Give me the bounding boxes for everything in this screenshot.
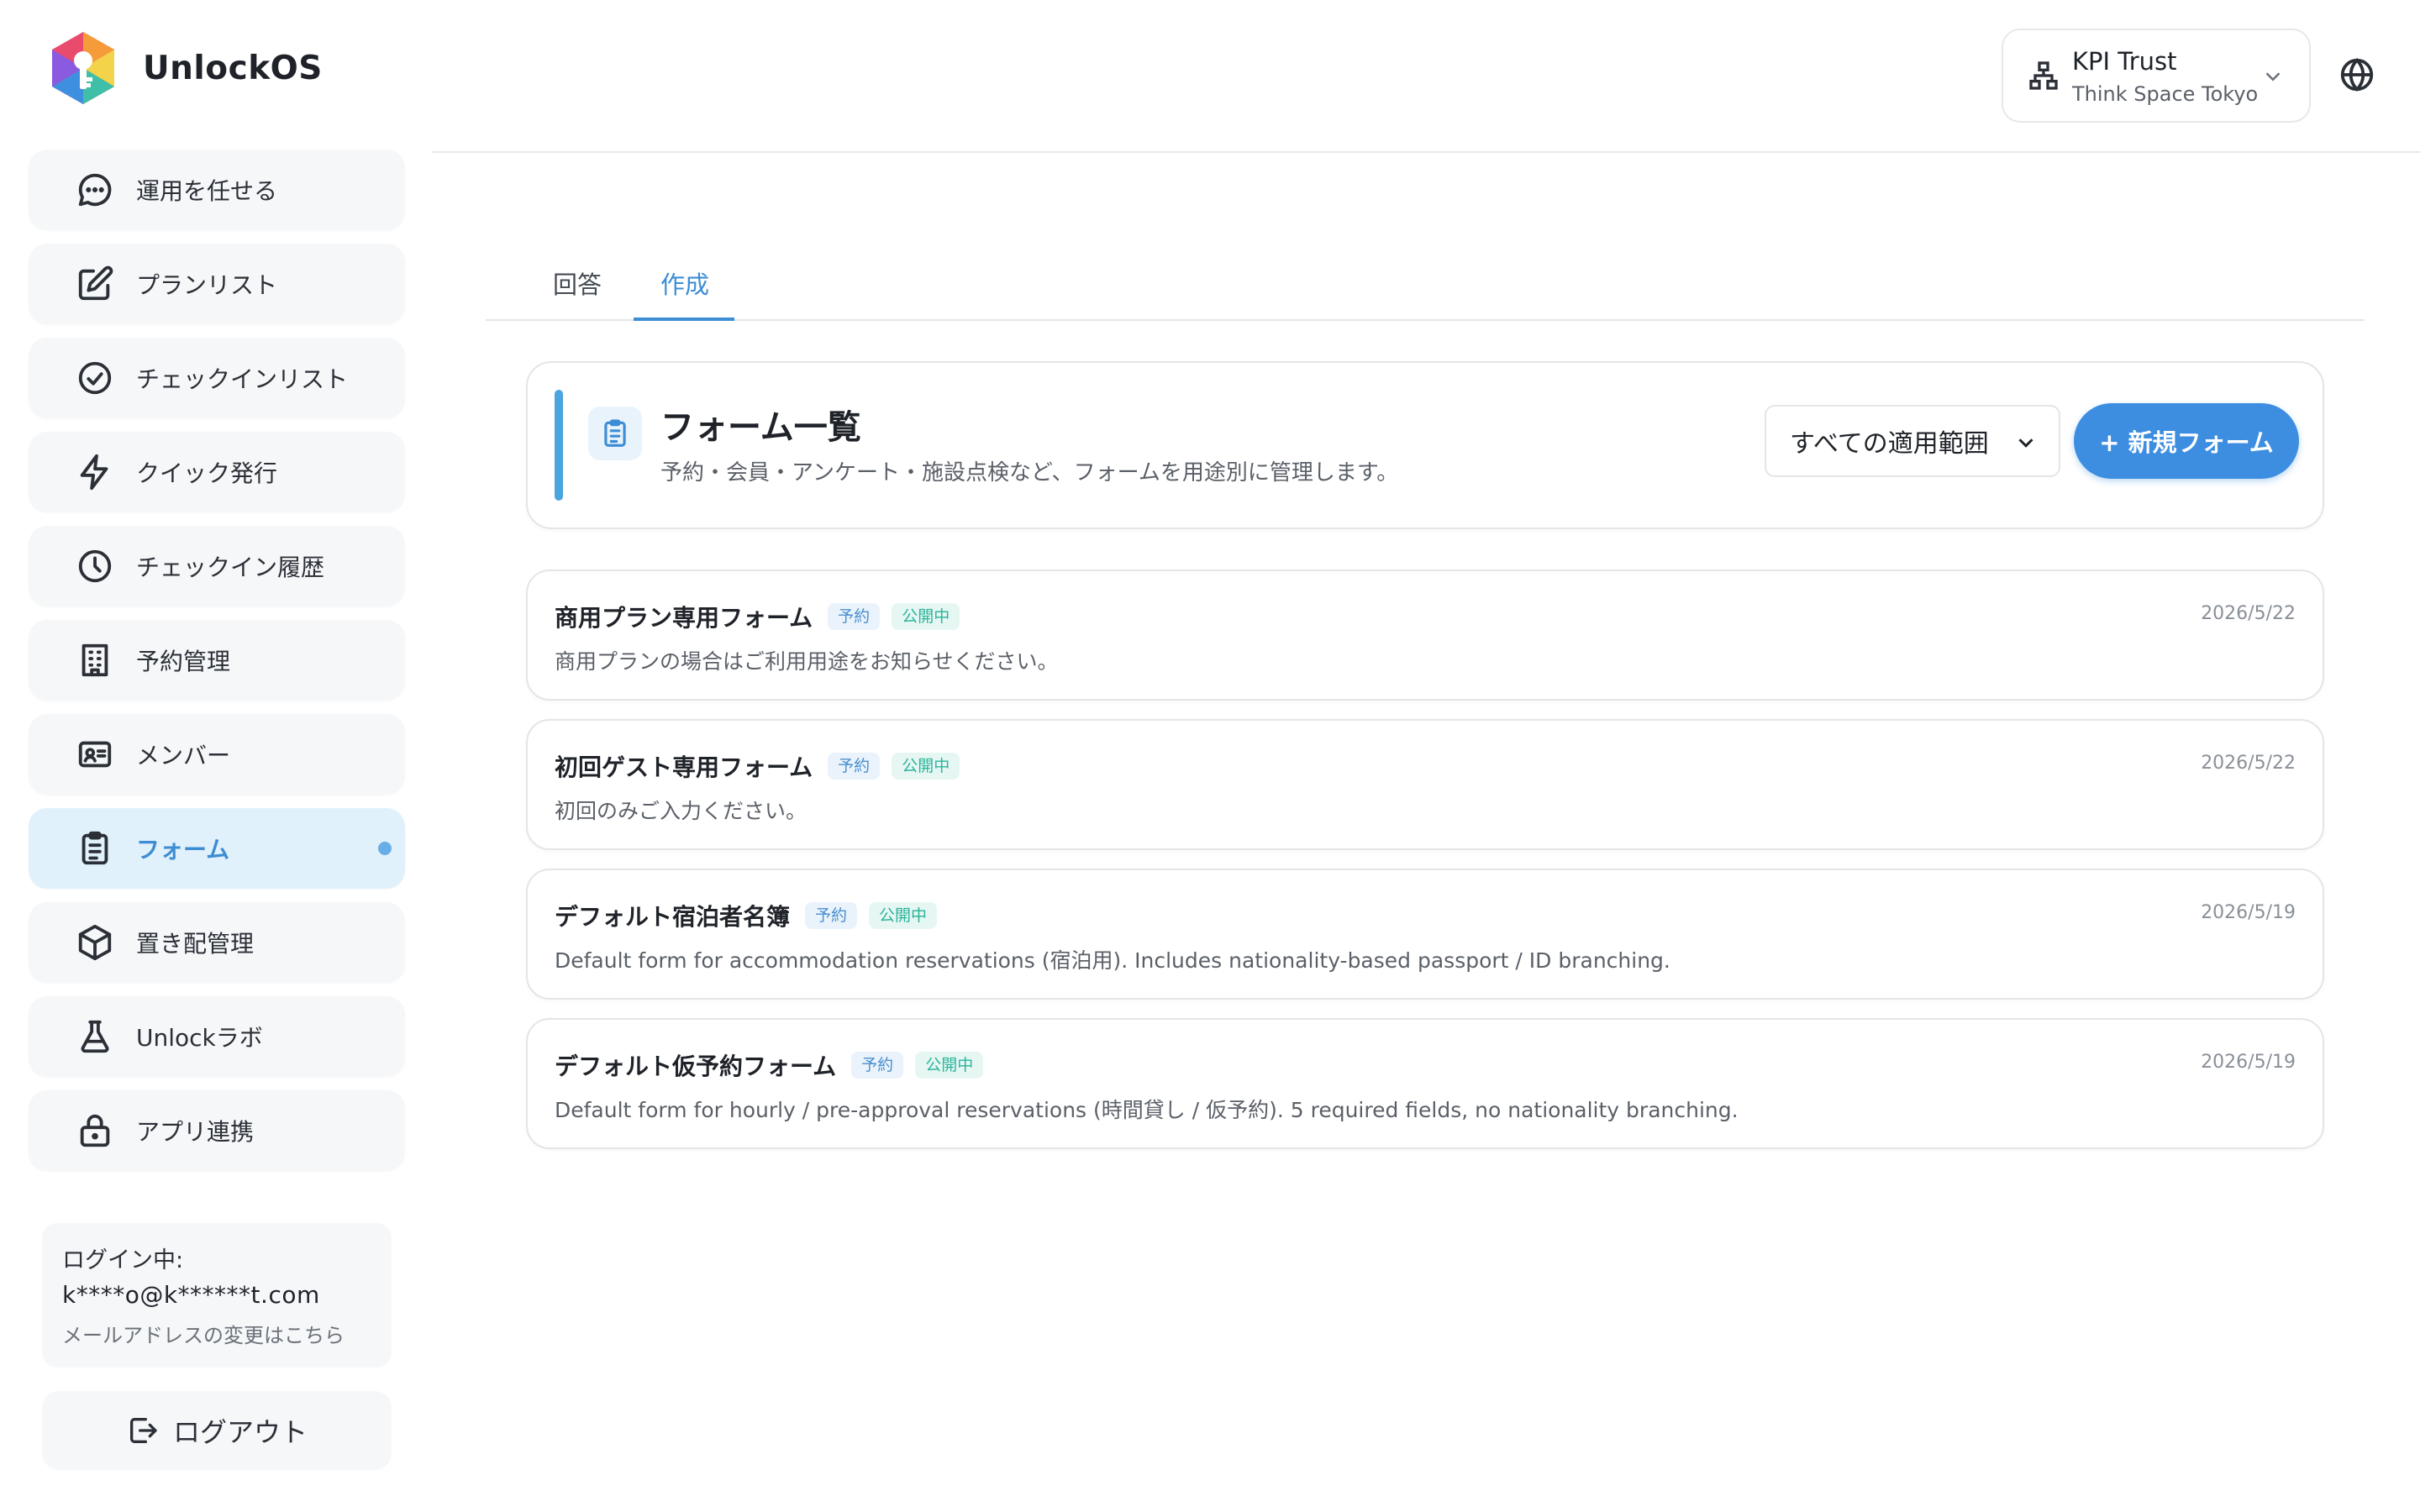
sidebar-item-plan-list[interactable]: プランリスト (29, 244, 405, 324)
sidebar-item-label: アプリ連携 (136, 1118, 255, 1146)
form-card[interactable]: 商用プラン専用フォーム 予約 公開中 2026/5/22 商用プランの場合はご利… (526, 570, 2324, 701)
accent-bar (555, 390, 563, 501)
tab-create[interactable]: 作成 (660, 265, 709, 301)
organization-icon (2027, 59, 2060, 92)
logout-label: ログアウト (172, 1416, 308, 1448)
form-card[interactable]: 初回ゲスト専用フォーム 予約 公開中 2026/5/22 初回のみご入力ください… (526, 719, 2324, 850)
form-description: Default form for hourly / pre-approval r… (555, 1098, 1739, 1122)
chat-icon (76, 171, 114, 209)
clipboard-icon (588, 407, 642, 460)
sidebar-item-label: Unlockラボ (136, 1024, 263, 1052)
active-tab-indicator (634, 318, 734, 321)
clipboard-icon (76, 829, 114, 868)
login-email: k****o@k******t.com (62, 1281, 320, 1309)
form-name: デフォルト宿泊者名簿 (555, 903, 791, 931)
status-badge: 公開中 (869, 902, 938, 929)
form-description: 商用プランの場合はご利用用途をお知らせください。 (555, 649, 1059, 674)
edit-icon (76, 265, 114, 303)
id-card-icon (76, 735, 114, 774)
status-badge: 公開中 (892, 753, 960, 780)
sidebar-item-label: 置き配管理 (136, 930, 255, 958)
form-description: 初回のみご入力ください。 (555, 799, 808, 823)
clock-icon (76, 547, 114, 585)
sidebar-item-label: 運用を任せる (136, 177, 278, 205)
language-globe-icon[interactable] (2338, 55, 2376, 94)
type-badge: 予約 (828, 603, 881, 630)
sidebar-item-label: プランリスト (136, 271, 278, 299)
new-form-button[interactable]: + 新規フォーム (2074, 403, 2299, 479)
form-list-header: フォーム一覧 予約・会員・アンケート・施設点検など、フォームを用途別に管理します… (526, 361, 2324, 529)
logout-button[interactable]: ログアウト (42, 1391, 392, 1470)
form-name: 初回ゲスト専用フォーム (555, 753, 813, 781)
tab-bar: 回答 作成 (486, 254, 2365, 321)
logo[interactable]: UnlockOS (49, 30, 323, 106)
lock-icon (76, 1111, 114, 1150)
organization-select[interactable]: KPI Trust Think Space Tokyo (2002, 29, 2311, 123)
status-badge: 公開中 (892, 603, 960, 630)
organization-name: KPI Trust (2072, 47, 2177, 76)
form-description: Default form for accommodation reservati… (555, 948, 1670, 973)
page-subtitle: 予約・会員・アンケート・施設点検など、フォームを用途別に管理します。 (660, 460, 1399, 486)
form-card-title-row: デフォルト宿泊者名簿 予約 公開中 (555, 899, 949, 932)
organization-space: Think Space Tokyo (2072, 82, 2259, 106)
sidebar-item-label: チェックインリスト (136, 365, 349, 393)
login-label: ログイン中: (62, 1247, 184, 1273)
brand-name: UnlockOS (143, 49, 323, 87)
building-icon (76, 641, 114, 680)
scope-select-value: すべての適用範囲 (1790, 429, 1989, 459)
change-email-link[interactable]: メールアドレスの変更はこちら (62, 1319, 371, 1348)
header-divider (432, 151, 2420, 153)
form-date: 2026/5/19 (2201, 1052, 2296, 1073)
form-date: 2026/5/19 (2201, 902, 2296, 923)
type-badge: 予約 (805, 902, 858, 929)
sidebar-item-forms[interactable]: フォーム (29, 808, 405, 889)
sidebar: UnlockOS 運用を任せる プランリスト チェックインリスト クイック発行 … (0, 0, 432, 1512)
sidebar-item-label: 予約管理 (136, 648, 231, 675)
active-indicator (378, 842, 392, 855)
form-card[interactable]: デフォルト仮予約フォーム 予約 公開中 2026/5/19 Default fo… (526, 1018, 2324, 1149)
logo-icon (52, 32, 114, 104)
sidebar-item-label: メンバー (136, 742, 231, 769)
chevron-down-icon (2018, 438, 2033, 448)
form-name: デフォルト仮予約フォーム (555, 1053, 837, 1080)
sidebar-nav: 運用を任せる プランリスト チェックインリスト クイック発行 チェックイン履歴 … (29, 150, 405, 1184)
sidebar-item-label: フォーム (136, 836, 230, 864)
type-badge: 予約 (828, 753, 881, 780)
sidebar-item-label: チェックイン履歴 (136, 554, 325, 581)
form-card-title-row: 初回ゲスト専用フォーム 予約 公開中 (555, 749, 971, 783)
sidebar-item-delivery[interactable]: 置き配管理 (29, 902, 405, 983)
page-title: フォーム一覧 (660, 408, 861, 447)
sidebar-item-unlock-lab[interactable]: Unlockラボ (29, 996, 405, 1077)
login-info: ログイン中: k****o@k******t.com メールアドレスの変更はこち… (42, 1223, 392, 1368)
form-card-title-row: 商用プラン専用フォーム 予約 公開中 (555, 600, 971, 633)
form-date: 2026/5/22 (2201, 603, 2296, 624)
sidebar-item-app-integration[interactable]: アプリ連携 (29, 1090, 405, 1171)
sidebar-item-checkin-list[interactable]: チェックインリスト (29, 338, 405, 418)
sidebar-item-checkin-history[interactable]: チェックイン履歴 (29, 526, 405, 606)
sidebar-item-members[interactable]: メンバー (29, 714, 405, 795)
logout-icon (129, 1418, 157, 1443)
type-badge: 予約 (851, 1052, 904, 1079)
status-badge: 公開中 (915, 1052, 984, 1079)
box-icon (76, 923, 114, 962)
form-date: 2026/5/22 (2201, 753, 2296, 774)
check-circle-icon (76, 359, 114, 397)
app-window: UnlockOS 運用を任せる プランリスト チェックインリスト クイック発行 … (0, 0, 2420, 1512)
sidebar-item-operation[interactable]: 運用を任せる (29, 150, 405, 230)
sidebar-item-label: クイック発行 (136, 459, 278, 487)
form-card-title-row: デフォルト仮予約フォーム 予約 公開中 (555, 1048, 995, 1082)
scope-select[interactable]: すべての適用範囲 (1765, 405, 2060, 477)
sidebar-item-reservations[interactable]: 予約管理 (29, 620, 405, 701)
sidebar-item-quick-issue[interactable]: クイック発行 (29, 432, 405, 512)
flask-icon (76, 1017, 114, 1056)
form-card[interactable]: デフォルト宿泊者名簿 予約 公開中 2026/5/19 Default form… (526, 869, 2324, 1000)
chevron-down-icon (2260, 64, 2286, 89)
form-name: 商用プラン専用フォーム (555, 604, 813, 632)
tab-responses[interactable]: 回答 (553, 265, 602, 301)
bolt-icon (76, 453, 114, 491)
